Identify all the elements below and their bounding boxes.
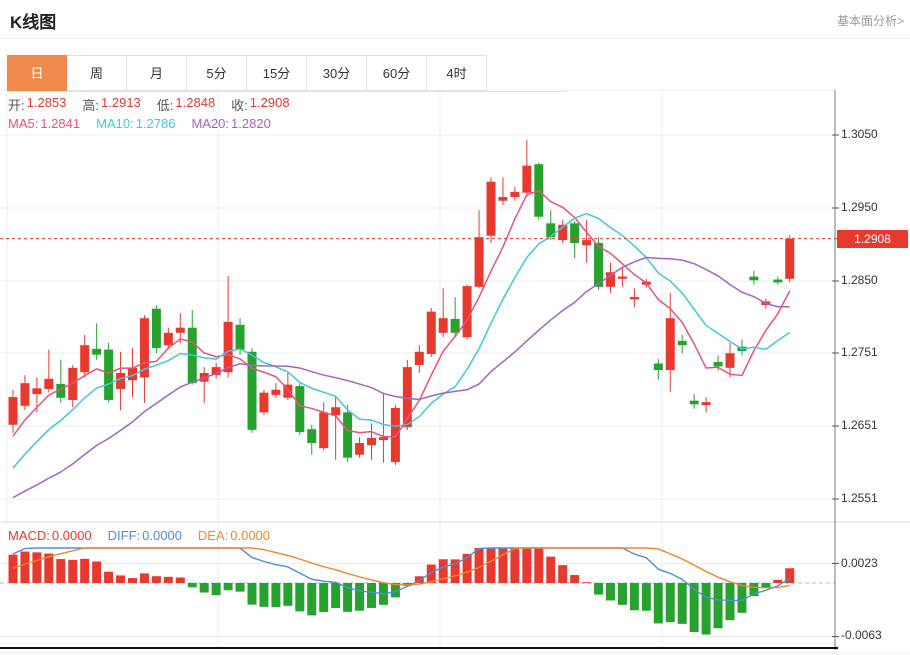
macd-histogram — [9, 548, 795, 635]
fundamental-analysis-link[interactable]: 基本面分析> — [837, 12, 904, 29]
price-axis-label: 1.2751 — [841, 345, 878, 359]
legend-item: MA5:1.2841 — [8, 116, 80, 131]
tab-15分[interactable]: 15分 — [247, 55, 307, 91]
timeframe-tabs: 日周月5分15分30分60分4时 — [7, 55, 487, 91]
price-axis-label: 1.2651 — [841, 418, 878, 432]
legend-item: MA20:1.2820 — [191, 116, 270, 131]
page-title: K线图 — [10, 8, 56, 33]
price-axis-label: 1.2850 — [841, 273, 878, 287]
legend-item: 低:1.2848 — [157, 95, 215, 114]
legend-item: MACD:0.0000 — [8, 528, 92, 543]
legend-item: 高:1.2913 — [82, 95, 140, 114]
legend-item: DIFF:0.0000 — [108, 528, 182, 543]
header-divider — [0, 38, 910, 39]
macd-axis-label: 0.0023 — [841, 556, 878, 570]
tab-周[interactable]: 周 — [67, 55, 127, 91]
price-axis-label: 1.2551 — [841, 491, 878, 505]
price-axis-label: 1.3050 — [841, 127, 878, 141]
macd-readout: MACD:0.0000 DIFF:0.0000 DEA:0.0000 — [8, 528, 270, 543]
tab-60分[interactable]: 60分 — [367, 55, 427, 91]
tab-月[interactable]: 月 — [127, 55, 187, 91]
tab-4时[interactable]: 4时 — [427, 55, 487, 91]
ohlc-readout: 开:1.2853 高:1.2913 低:1.2848 收:1.2908 — [8, 95, 290, 114]
price-axis-label: 1.2950 — [841, 200, 878, 214]
kline-widget: K线图 基本面分析> 日周月5分15分30分60分4时 开:1.2853 高:1.… — [0, 0, 910, 655]
legend-item: MA10:1.2786 — [96, 116, 175, 131]
candlestick-series — [9, 140, 795, 465]
current-price-badge: 1.2908 — [837, 230, 908, 248]
tab-日[interactable]: 日 — [7, 55, 67, 91]
ma-readout: MA5:1.2841 MA10:1.2786 MA20:1.2820 — [8, 116, 271, 131]
legend-item: 开:1.2853 — [8, 95, 66, 114]
tab-30分[interactable]: 30分 — [307, 55, 367, 91]
tab-5分[interactable]: 5分 — [187, 55, 247, 91]
legend-item: DEA:0.0000 — [198, 528, 270, 543]
legend-item: 收:1.2908 — [231, 95, 289, 114]
macd-axis-label: -0.0063 — [841, 628, 882, 642]
